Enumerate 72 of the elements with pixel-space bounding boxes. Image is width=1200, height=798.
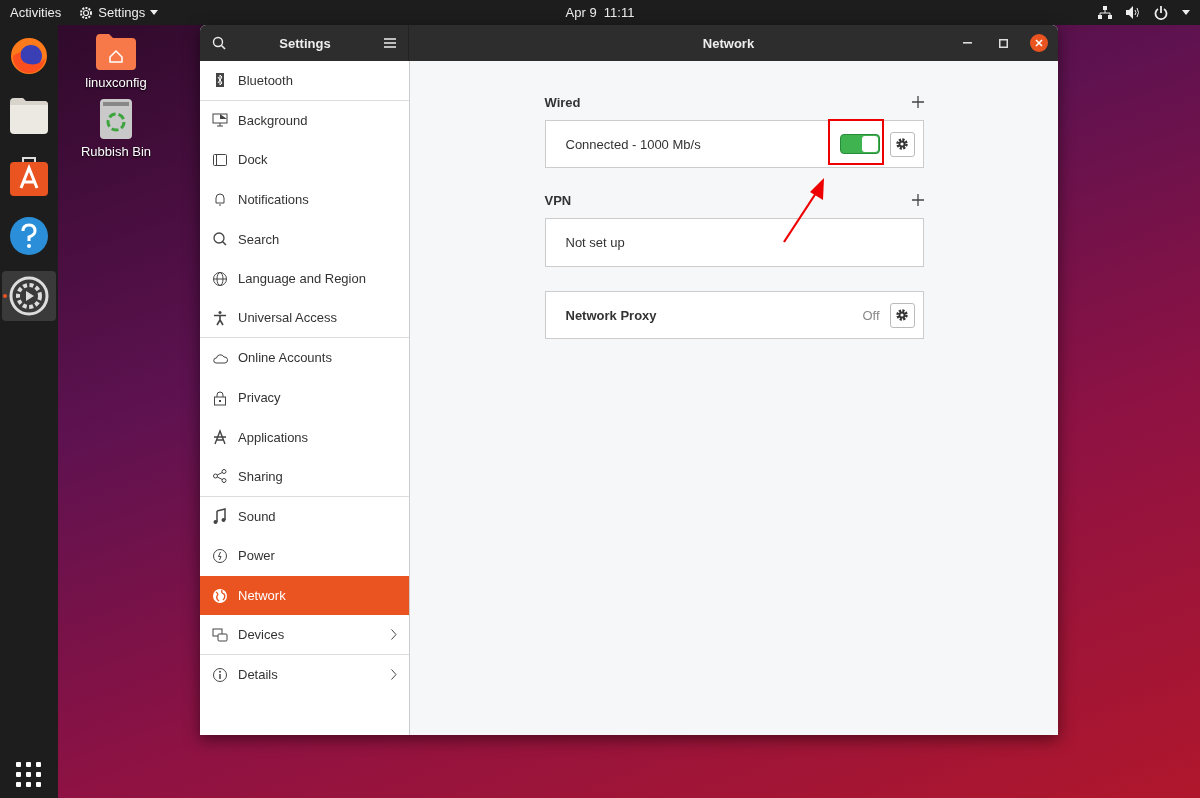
dock-icon <box>212 152 228 168</box>
sidebar-item[interactable]: Notifications <box>200 179 409 220</box>
trash-can-icon[interactable] <box>99 98 133 140</box>
add-icon[interactable] <box>911 96 924 108</box>
person-icon <box>212 309 228 326</box>
shopping-bag-icon <box>9 156 49 196</box>
sidebar-item[interactable]: Background <box>200 100 409 141</box>
info-icon <box>212 666 228 683</box>
gear-icon <box>895 308 909 322</box>
minimize-icon <box>962 42 972 44</box>
search-icon <box>212 231 228 248</box>
clock[interactable]: Apr 9 11:11 <box>565 5 635 20</box>
settings-button[interactable] <box>889 131 915 157</box>
music-note-icon <box>212 508 228 525</box>
desktop-icon-label[interactable]: Rubbish Bin <box>80 144 152 159</box>
row-title: Network Proxy <box>565 307 658 323</box>
settings-button[interactable] <box>889 302 915 328</box>
lightning-icon <box>212 547 228 564</box>
lock-icon <box>212 389 228 406</box>
app-grid-icon[interactable] <box>16 762 42 788</box>
section-title: Wired <box>544 94 581 110</box>
sidebar-item[interactable]: Sharing <box>200 456 409 497</box>
gear-icon <box>79 5 94 20</box>
sidebar-item[interactable]: Details <box>200 654 409 695</box>
sidebar-item[interactable]: Universal Access <box>200 298 409 339</box>
network-icon[interactable] <box>1098 6 1112 19</box>
letter-a-icon <box>212 429 228 446</box>
sidebar-item[interactable]: Privacy <box>200 377 409 418</box>
sidebar-item[interactable]: Language and Region <box>200 258 409 299</box>
sidebar-item[interactable]: Applications <box>200 417 409 457</box>
chevron-right-icon <box>391 669 397 681</box>
sidebar-item[interactable]: Search <box>200 219 409 259</box>
monitor-icon <box>212 112 228 129</box>
folder-icon <box>9 97 49 135</box>
close-button[interactable] <box>1030 34 1048 52</box>
status-text: Not set up <box>565 235 626 250</box>
menu-icon[interactable] <box>384 38 396 48</box>
bell-icon <box>212 191 228 208</box>
share-icon <box>212 468 228 485</box>
add-icon[interactable] <box>911 194 924 206</box>
sidebar-item[interactable]: Dock <box>200 140 409 180</box>
chevron-right-icon <box>391 629 397 641</box>
window-title: Network <box>701 35 756 51</box>
search-icon[interactable] <box>212 36 226 50</box>
close-icon <box>1035 39 1043 47</box>
firefox-icon <box>9 36 49 76</box>
speaker-icon[interactable] <box>1126 6 1140 19</box>
sidebar-item[interactable]: Bluetooth <box>200 61 409 101</box>
dock-item[interactable] <box>2 271 56 321</box>
help-icon <box>9 216 49 256</box>
sidebar-item[interactable]: Network <box>200 575 409 616</box>
home-folder-icon[interactable] <box>95 33 137 71</box>
toggle-switch[interactable] <box>839 134 880 154</box>
power-icon[interactable] <box>1154 5 1168 20</box>
caret-icon <box>150 10 159 15</box>
sidebar-item[interactable]: Power <box>200 536 409 576</box>
app-menu[interactable]: Settings <box>79 5 159 20</box>
sidebar-item[interactable]: Devices <box>200 615 409 655</box>
sidebar-item[interactable]: Online Accounts <box>200 338 409 378</box>
running-indicator <box>3 294 7 298</box>
section-title: VPN <box>544 192 572 208</box>
devices-icon <box>212 626 228 643</box>
connection-status: Connected - 1000 Mb/s <box>565 136 702 152</box>
sidebar-item[interactable]: Sound <box>200 496 409 537</box>
activities-button[interactable]: Activities <box>10 5 62 20</box>
settings-icon <box>9 276 49 316</box>
caret-icon[interactable] <box>1182 10 1190 15</box>
status-text: Off <box>862 307 880 323</box>
gear-icon <box>895 137 909 151</box>
sidebar-title: Settings <box>278 35 332 51</box>
maximize-icon <box>998 38 1008 48</box>
desktop-icon-label[interactable]: linuxconfig <box>85 75 147 90</box>
